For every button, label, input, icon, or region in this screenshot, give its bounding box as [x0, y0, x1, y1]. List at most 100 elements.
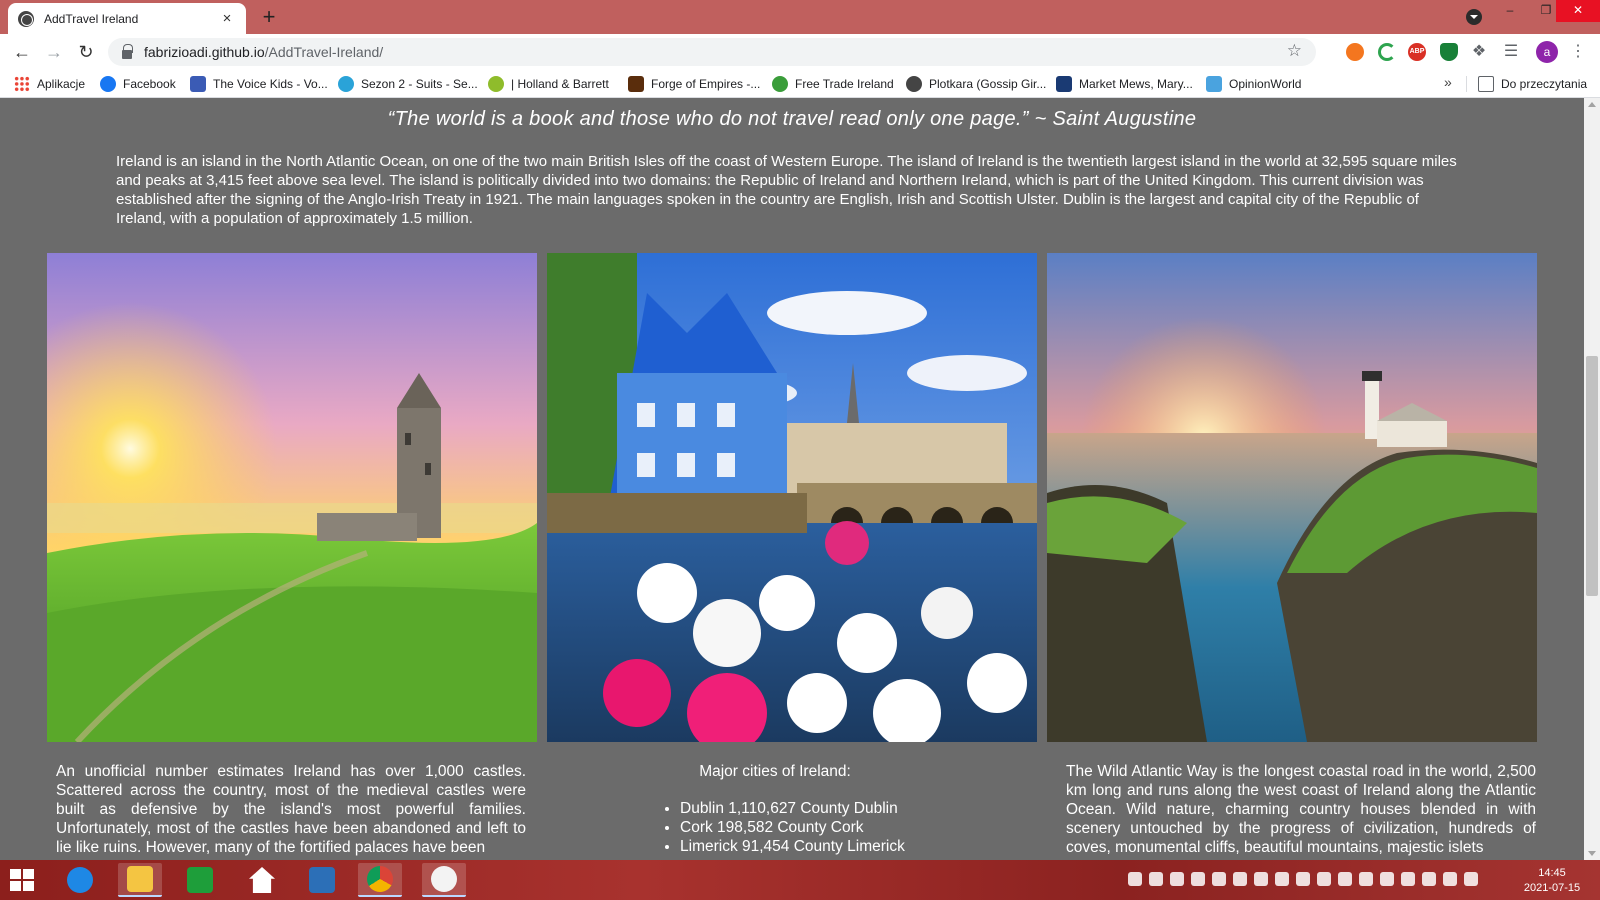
castles-paragraph: An unofficial number estimates Ireland h…	[56, 763, 526, 856]
system-tray[interactable]	[1128, 872, 1506, 888]
bookmark-holland-barrett[interactable]: | Holland & Barrett	[488, 75, 609, 93]
tray-icon[interactable]	[1191, 872, 1205, 886]
bookmark-market-mews[interactable]: Market Mews, Mary...	[1056, 75, 1193, 93]
slack-icon[interactable]	[422, 863, 466, 897]
reload-icon[interactable]: ↻	[74, 40, 98, 64]
windows-taskbar: 14:45 2021-07-15	[0, 860, 1600, 900]
reading-list-label: Do przeczytania	[1501, 77, 1588, 91]
flag-icon[interactable]	[1443, 872, 1457, 886]
globe-icon	[906, 76, 922, 92]
bookmark-opinionworld[interactable]: OpinionWorld	[1206, 75, 1301, 93]
bookmark-label: Forge of Empires -...	[651, 77, 761, 91]
url-text[interactable]: fabrizioadi.github.io/AddTravel-Ireland/	[144, 44, 383, 60]
file-explorer-icon[interactable]	[118, 863, 162, 897]
bookmarks-bar: Aplikacje Facebook The Voice Kids - Vo..…	[0, 70, 1600, 98]
bookmark-star-icon[interactable]: ☆	[1287, 41, 1302, 61]
tray-icon[interactable]	[1338, 872, 1352, 886]
forward-arrow-icon[interactable]: →	[42, 40, 66, 64]
bookmark-forge-of-empires[interactable]: Forge of Empires -...	[628, 75, 760, 93]
media-control-icon[interactable]: ☰	[1502, 43, 1520, 61]
address-bar[interactable]: fabrizioadi.github.io/AddTravel-Ireland/…	[108, 38, 1316, 66]
tray-icon[interactable]	[1149, 872, 1163, 886]
browser-tab[interactable]: AddTravel Ireland ×	[8, 3, 246, 34]
refresh-extension-icon[interactable]	[1378, 43, 1396, 61]
tray-icon[interactable]	[1317, 872, 1331, 886]
bookmark-voice-kids[interactable]: The Voice Kids - Vo...	[190, 75, 328, 93]
tray-icon[interactable]	[1170, 872, 1184, 886]
tab-close-icon[interactable]: ×	[218, 10, 236, 27]
minimize-button[interactable]: –	[1492, 0, 1528, 22]
facebook-icon	[100, 76, 116, 92]
bookmark-apps[interactable]: Aplikacje	[14, 75, 85, 93]
store-icon[interactable]	[178, 863, 222, 897]
shield-extension-icon[interactable]	[1440, 43, 1458, 61]
puzzle-extensions-icon[interactable]: ❖	[1470, 43, 1488, 61]
wifi-icon[interactable]	[1254, 872, 1268, 886]
coast-paragraph: The Wild Atlantic Way is the longest coa…	[1066, 763, 1536, 856]
apps-grid-icon	[14, 76, 30, 92]
cloud-icon	[338, 76, 354, 92]
bookmark-label: Aplikacje	[37, 77, 86, 91]
bookmark-label: OpinionWorld	[1229, 77, 1302, 91]
scroll-up-arrow-icon[interactable]	[1588, 102, 1596, 107]
taskbar-clock[interactable]: 14:45 2021-07-15	[1512, 866, 1592, 896]
reading-list-icon	[1478, 76, 1494, 92]
town-photo	[547, 253, 1037, 742]
tab-title: AddTravel Ireland	[44, 11, 139, 26]
list-item: Limerick 91,454 County Limerick	[680, 837, 1030, 856]
cities-list: Dublin 1,110,627 County Dublin Cork 198,…	[560, 799, 1030, 856]
tray-icon[interactable]	[1401, 872, 1415, 886]
lock-icon[interactable]	[122, 43, 133, 59]
back-arrow-icon[interactable]: ←	[10, 40, 34, 64]
tray-icon[interactable]	[1128, 872, 1142, 886]
globe-favicon-icon	[18, 10, 34, 27]
volume-icon[interactable]	[1422, 872, 1436, 886]
bookmark-suits[interactable]: Sezon 2 - Suits - Se...	[338, 75, 478, 93]
bluetooth-icon[interactable]	[1275, 872, 1289, 886]
internet-explorer-icon[interactable]	[58, 863, 102, 897]
fire-extension-icon[interactable]	[1346, 43, 1364, 61]
new-tab-button[interactable]: +	[256, 4, 282, 30]
market-icon	[1056, 76, 1072, 92]
profile-avatar[interactable]: a	[1536, 41, 1558, 63]
browser-toolbar: ← → ↻ fabrizioadi.github.io/AddTravel-Ir…	[0, 34, 1600, 70]
bookmark-label: Sezon 2 - Suits - Se...	[361, 77, 478, 91]
windows-start-icon[interactable]	[10, 869, 34, 891]
vertical-scrollbar[interactable]	[1584, 98, 1600, 860]
tray-icon[interactable]	[1359, 872, 1373, 886]
page-content: “The world is a book and those who do no…	[0, 98, 1584, 860]
bookmarks-divider	[1466, 76, 1467, 92]
tray-icon[interactable]	[1296, 872, 1310, 886]
bookmark-facebook[interactable]: Facebook	[100, 75, 176, 93]
cities-heading: Major cities of Ireland:	[699, 763, 851, 780]
kebab-menu-icon[interactable]: ⋮	[1568, 40, 1588, 64]
voice-kids-icon	[190, 76, 206, 92]
computer-icon[interactable]	[300, 863, 344, 897]
tray-icon[interactable]	[1212, 872, 1226, 886]
url-path: /AddTravel-Ireland/	[264, 44, 384, 60]
scroll-down-arrow-icon[interactable]	[1588, 851, 1596, 856]
network-icon[interactable]	[1464, 872, 1478, 886]
url-host: fabrizioadi.github.io	[144, 44, 265, 60]
bookmark-free-trade-ireland[interactable]: Free Trade Ireland	[772, 75, 894, 93]
adblock-plus-icon[interactable]: ABP	[1408, 43, 1426, 61]
chrome-icon[interactable]	[358, 863, 402, 897]
tab-search-icon[interactable]	[1466, 9, 1482, 25]
title-bar: AddTravel Ireland × + – ❐ ✕	[0, 0, 1600, 34]
tray-icon[interactable]	[1233, 872, 1247, 886]
page-quote: “The world is a book and those who do no…	[387, 108, 1197, 130]
scrollbar-thumb[interactable]	[1586, 356, 1598, 596]
bookmark-label: Facebook	[123, 77, 176, 91]
bookmark-label: Plotkara (Gossip Gir...	[929, 77, 1047, 91]
close-window-button[interactable]: ✕	[1556, 0, 1600, 22]
coast-photo	[1047, 253, 1537, 742]
bookmark-plotkara[interactable]: Plotkara (Gossip Gir...	[906, 75, 1046, 93]
leaf-icon	[488, 76, 504, 92]
tray-icon[interactable]	[1380, 872, 1394, 886]
clock-date: 2021-07-15	[1523, 882, 1581, 894]
castle-photo	[47, 253, 537, 742]
bookmarks-overflow-button[interactable]: »	[1444, 74, 1452, 90]
list-item: Cork 198,582 County Cork	[680, 818, 1030, 837]
reading-list-button[interactable]: Do przeczytania	[1478, 75, 1587, 93]
home-icon[interactable]	[240, 863, 284, 897]
